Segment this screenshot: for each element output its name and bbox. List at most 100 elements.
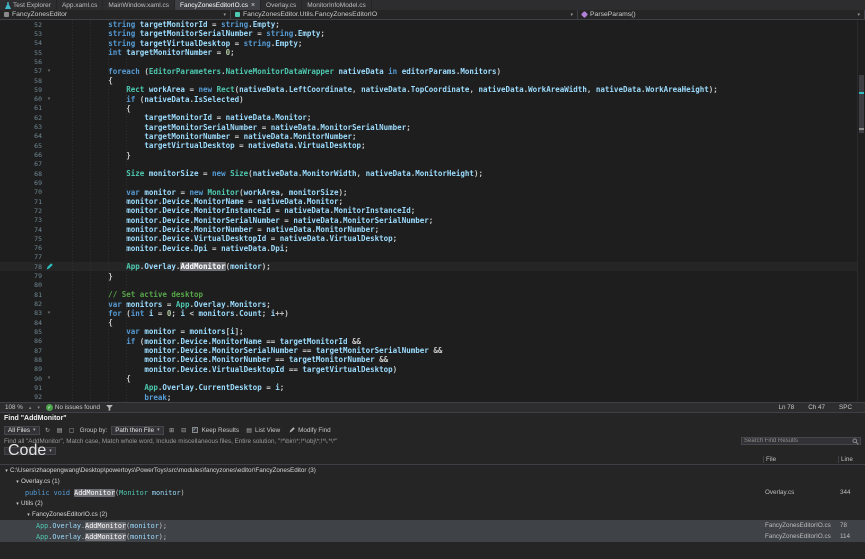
breakpoint-margin[interactable] bbox=[0, 383, 28, 392]
code-line-55[interactable]: 55 int targetMonitorNumber = 0; bbox=[0, 48, 865, 57]
breakpoint-margin[interactable] bbox=[0, 365, 28, 374]
copy-results-icon[interactable]: ▤ bbox=[56, 426, 64, 434]
breakpoint-margin[interactable] bbox=[0, 374, 28, 383]
breakpoint-margin[interactable] bbox=[0, 132, 28, 141]
breakpoint-margin[interactable] bbox=[0, 337, 28, 346]
find-result-row[interactable]: public void AddMonitor(Monitor monitor)O… bbox=[0, 487, 865, 498]
breakpoint-margin[interactable] bbox=[0, 309, 28, 318]
tree-expander-icon[interactable]: ▾ bbox=[14, 479, 21, 485]
code-line-85[interactable]: 85 var monitor = monitors[i]; bbox=[0, 327, 865, 336]
code-line-72[interactable]: 72 monitor.Device.MonitorInstanceId = na… bbox=[0, 206, 865, 215]
code-line-58[interactable]: 58 { bbox=[0, 76, 865, 85]
indentation-indicator[interactable]: SPC bbox=[839, 404, 852, 411]
scope-dropdown[interactable]: All Files ▾ bbox=[4, 426, 40, 435]
code-line-59[interactable]: 59 Rect workArea = new Rect(nativeData.L… bbox=[0, 85, 865, 94]
breakpoint-margin[interactable] bbox=[0, 160, 28, 169]
breakpoint-margin[interactable] bbox=[0, 141, 28, 150]
breakpoint-margin[interactable] bbox=[0, 253, 28, 262]
breakpoint-margin[interactable] bbox=[0, 346, 28, 355]
document-health-indicator[interactable]: ✓ No issues found bbox=[46, 404, 100, 411]
prev-issue-icon[interactable]: ▴ bbox=[29, 405, 32, 411]
breadcrumb-project-dropdown[interactable]: FancyZonesEditor ▾ bbox=[0, 10, 231, 19]
search-find-results-box[interactable] bbox=[741, 437, 861, 445]
breakpoint-margin[interactable] bbox=[0, 216, 28, 225]
code-line-90[interactable]: 90▾ { bbox=[0, 374, 865, 383]
breakpoint-margin[interactable] bbox=[0, 327, 28, 336]
tab-monitorinfomodel-cs[interactable]: MonitorInfoModel.cs bbox=[302, 0, 372, 10]
breakpoint-margin[interactable] bbox=[0, 234, 28, 243]
breakpoint-margin[interactable] bbox=[0, 76, 28, 85]
next-issue-icon[interactable]: ▾ bbox=[37, 405, 40, 411]
breadcrumb-member-dropdown[interactable]: ParseParams() ▾ bbox=[578, 10, 865, 19]
find-result-group[interactable]: ▾C:\Users\zhaopengwang\Desktop\powertoys… bbox=[0, 465, 865, 476]
code-line-66[interactable]: 66 } bbox=[0, 150, 865, 159]
code-line-56[interactable]: 56 bbox=[0, 57, 865, 66]
group-by-dropdown[interactable]: Path then File ▾ bbox=[111, 426, 163, 435]
breakpoint-margin[interactable] bbox=[0, 197, 28, 206]
breakpoint-margin[interactable] bbox=[0, 150, 28, 159]
cursor-column-indicator[interactable]: Ch 47 bbox=[808, 404, 825, 411]
code-line-82[interactable]: 82 var monitors = App.Overlay.Monitors; bbox=[0, 299, 865, 308]
code-line-60[interactable]: 60▾ if (nativeData.IsSelected) bbox=[0, 95, 865, 104]
tree-expander-icon[interactable]: ▾ bbox=[25, 512, 32, 518]
breakpoint-margin[interactable] bbox=[0, 29, 28, 38]
find-result-row[interactable]: App.Overlay.AddMonitor(monitor);FancyZon… bbox=[0, 531, 865, 542]
tab-app-xaml-cs[interactable]: App.xaml.cs bbox=[57, 0, 103, 10]
code-line-75[interactable]: 75 monitor.Device.VirtualDesktopId = nat… bbox=[0, 234, 865, 243]
code-filter-dropdown[interactable]: Code ▾ bbox=[4, 447, 56, 455]
code-line-76[interactable]: 76 monitor.Device.Dpi = nativeData.Dpi; bbox=[0, 244, 865, 253]
code-line-61[interactable]: 61 { bbox=[0, 104, 865, 113]
code-line-52[interactable]: 52 string targetMonitorId = string.Empty… bbox=[0, 20, 865, 29]
clear-results-icon[interactable]: ▢ bbox=[68, 426, 76, 434]
breakpoint-margin[interactable] bbox=[0, 299, 28, 308]
breakpoint-margin[interactable] bbox=[0, 188, 28, 197]
breakpoint-margin[interactable] bbox=[0, 225, 28, 234]
tab-overlay-cs[interactable]: Overlay.cs bbox=[261, 0, 302, 10]
breakpoint-margin[interactable] bbox=[0, 262, 28, 271]
breakpoint-margin[interactable] bbox=[0, 355, 28, 364]
breakpoint-margin[interactable] bbox=[0, 57, 28, 66]
fold-chevron-icon[interactable]: ▾ bbox=[44, 311, 54, 316]
code-line-81[interactable]: 81 // Set active desktop bbox=[0, 290, 865, 299]
code-line-79[interactable]: 79 } bbox=[0, 271, 865, 280]
editor-scrollbar[interactable] bbox=[857, 20, 865, 402]
code-line-70[interactable]: 70 var monitor = new Monitor(workArea, m… bbox=[0, 188, 865, 197]
code-line-71[interactable]: 71 monitor.Device.MonitorName = nativeDa… bbox=[0, 197, 865, 206]
breakpoint-margin[interactable] bbox=[0, 122, 28, 131]
code-line-64[interactable]: 64 targetMonitorNumber = nativeData.Moni… bbox=[0, 132, 865, 141]
code-line-65[interactable]: 65 targetVirtualDesktop = nativeData.Vir… bbox=[0, 141, 865, 150]
scrollbar-thumb[interactable] bbox=[859, 75, 864, 133]
tree-expander-icon[interactable]: ▾ bbox=[14, 501, 21, 507]
expand-all-icon[interactable]: ⊞ bbox=[168, 426, 176, 434]
code-line-63[interactable]: 63 targetMonitorSerialNumber = nativeDat… bbox=[0, 122, 865, 131]
code-line-68[interactable]: 68 Size monitorSize = new Size(nativeDat… bbox=[0, 169, 865, 178]
breakpoint-margin[interactable] bbox=[0, 48, 28, 57]
column-header-line[interactable]: Line bbox=[838, 456, 865, 463]
code-line-91[interactable]: 91 App.Overlay.CurrentDesktop = i; bbox=[0, 383, 865, 392]
find-result-group[interactable]: ▾Overlay.cs (1) bbox=[0, 476, 865, 487]
find-result-group[interactable]: ▾FancyZonesEditorIO.cs (2) bbox=[0, 509, 865, 520]
tab-mainwindow-xaml-cs[interactable]: MainWindow.xaml.cs bbox=[103, 0, 175, 10]
breakpoint-margin[interactable] bbox=[0, 318, 28, 327]
code-line-54[interactable]: 54 string targetVirtualDesktop = string.… bbox=[0, 39, 865, 48]
code-line-69[interactable]: 69 bbox=[0, 178, 865, 187]
code-line-80[interactable]: 80 bbox=[0, 281, 865, 290]
breakpoint-margin[interactable] bbox=[0, 393, 28, 402]
breakpoint-margin[interactable] bbox=[0, 95, 28, 104]
code-line-74[interactable]: 74 monitor.Device.MonitorNumber = native… bbox=[0, 225, 865, 234]
breakpoint-margin[interactable] bbox=[0, 104, 28, 113]
close-icon[interactable]: × bbox=[251, 2, 255, 9]
fold-chevron-icon[interactable]: ▾ bbox=[44, 97, 54, 102]
zoom-control[interactable]: 108 % bbox=[5, 404, 23, 411]
breakpoint-margin[interactable] bbox=[0, 178, 28, 187]
code-line-78[interactable]: 78 App.Overlay.AddMonitor(monitor); bbox=[0, 262, 865, 271]
code-line-89[interactable]: 89 monitor.Device.VirtualDesktopId == ta… bbox=[0, 365, 865, 374]
breakpoint-margin[interactable] bbox=[0, 244, 28, 253]
code-line-67[interactable]: 67 bbox=[0, 160, 865, 169]
code-line-83[interactable]: 83▾ for (int i = 0; i < monitors.Count; … bbox=[0, 309, 865, 318]
cursor-line-indicator[interactable]: Ln 78 bbox=[778, 404, 794, 411]
modify-find-button[interactable]: Modify Find bbox=[286, 426, 333, 434]
search-input[interactable] bbox=[742, 438, 852, 444]
code-line-62[interactable]: 62 targetMonitorId = nativeData.Monitor; bbox=[0, 113, 865, 122]
breakpoint-margin[interactable] bbox=[0, 206, 28, 215]
